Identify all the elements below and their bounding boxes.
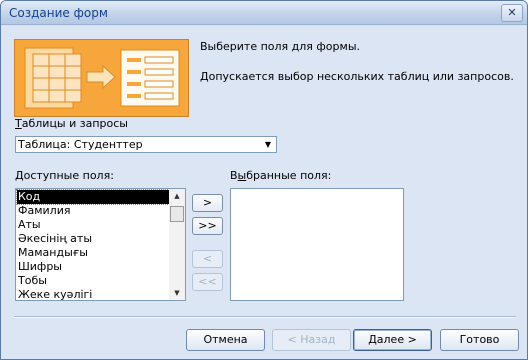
list-item[interactable]: Әкесінің аты bbox=[17, 232, 169, 246]
close-icon: ✕ bbox=[507, 6, 517, 19]
next-button[interactable]: Далее > bbox=[353, 329, 432, 351]
scroll-down-icon[interactable]: ▼ bbox=[169, 286, 185, 300]
remove-all-fields-button[interactable]: << bbox=[192, 273, 223, 291]
available-fields-list[interactable]: Код Фамилия Аты Әкесінің аты Мамандығы Ш… bbox=[15, 188, 186, 301]
add-field-button[interactable]: > bbox=[192, 194, 223, 212]
list-item[interactable]: Аты bbox=[17, 218, 169, 232]
tables-queries-dropdown[interactable]: Таблица: Студенттер ▼ bbox=[15, 136, 277, 153]
divider bbox=[14, 316, 516, 318]
list-item[interactable]: Тобы bbox=[17, 274, 169, 288]
table-to-form-icon bbox=[15, 40, 188, 116]
available-fields-label: Доступные поля: bbox=[15, 169, 114, 182]
list-item[interactable]: Код bbox=[16, 189, 170, 205]
instruction-text: Выберите поля для формы. bbox=[200, 40, 360, 53]
add-all-fields-button[interactable]: >> bbox=[192, 217, 223, 235]
dialog-body: Выберите поля для формы. Допускается выб… bbox=[1, 26, 527, 359]
window-title: Создание форм bbox=[9, 6, 108, 20]
close-button[interactable]: ✕ bbox=[501, 4, 523, 22]
tables-queries-label: Таблицы и запросы bbox=[15, 117, 128, 130]
list-item[interactable]: Жеке куәлігі bbox=[17, 288, 169, 300]
list-item[interactable]: Шифры bbox=[17, 260, 169, 274]
title-bar[interactable]: Создание форм ✕ bbox=[1, 1, 527, 25]
chevron-down-icon[interactable]: ▼ bbox=[260, 137, 276, 152]
remove-field-button[interactable]: < bbox=[192, 250, 223, 268]
scroll-up-icon[interactable]: ▲ bbox=[169, 189, 185, 203]
wizard-illustration bbox=[14, 39, 189, 117]
hint-text: Допускается выбор нескольких таблиц или … bbox=[200, 70, 514, 83]
form-wizard-dialog: Создание форм ✕ Выберите поля для формы.… bbox=[0, 0, 528, 360]
cancel-button[interactable]: Отмена bbox=[186, 329, 265, 351]
selected-fields-label: Выбранные поля: bbox=[230, 169, 332, 182]
dropdown-value: Таблица: Студенттер bbox=[18, 138, 143, 151]
list-item[interactable]: Мамандығы bbox=[17, 246, 169, 260]
vertical-scrollbar[interactable]: ▲ ▼ bbox=[169, 189, 185, 300]
selected-fields-list[interactable] bbox=[230, 188, 404, 301]
scroll-thumb[interactable] bbox=[170, 206, 184, 222]
list-item[interactable]: Фамилия bbox=[17, 204, 169, 218]
back-button[interactable]: < Назад bbox=[272, 329, 351, 351]
finish-button[interactable]: Готово bbox=[440, 329, 519, 351]
